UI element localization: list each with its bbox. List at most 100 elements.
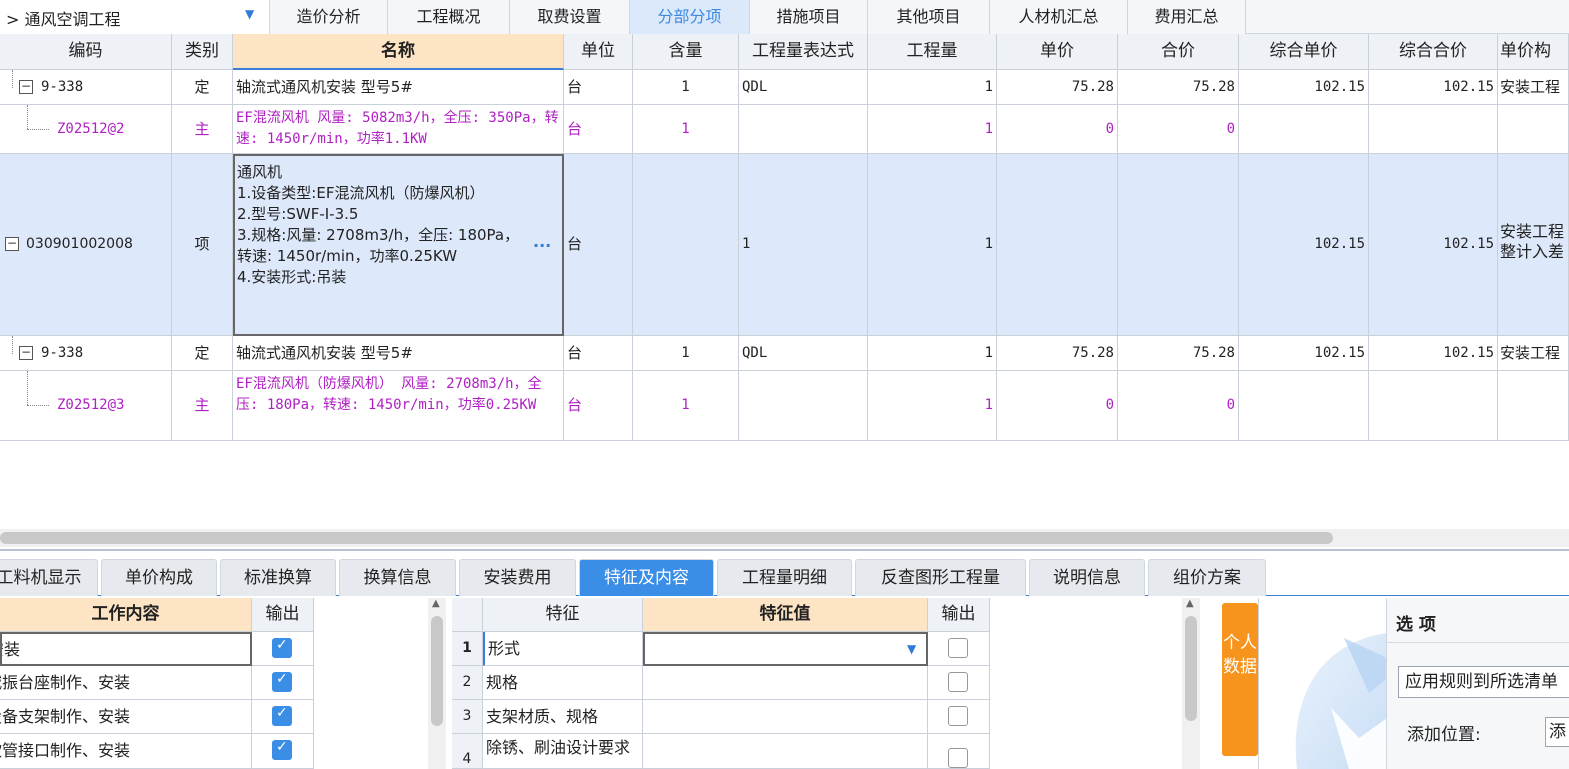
cell-type[interactable]: 定	[172, 336, 233, 371]
col-header-feature[interactable]: 特征	[483, 598, 643, 632]
feature-name[interactable]: 形式	[483, 632, 643, 666]
work-content-cell[interactable]: 软管接口制作、安装	[0, 734, 252, 769]
cell-total-price[interactable]: 75.28	[1118, 70, 1239, 105]
cell-total-price[interactable]: 0	[1118, 371, 1239, 441]
feature-name[interactable]: 支架材质、规格	[483, 700, 643, 734]
apply-rule-button[interactable]: 应用规则到所选清单	[1398, 666, 1569, 698]
cell-quantity[interactable]: 1	[868, 336, 997, 371]
cell-unit[interactable]: 台	[564, 154, 633, 336]
cell-qty-expression[interactable]	[739, 105, 868, 154]
cell-name[interactable]: EF混流风机 风量: 5082m3/h，全压: 350Pa，转速: 1450r/…	[233, 105, 564, 154]
collapse-icon[interactable]: −	[19, 346, 33, 360]
cell-price-structure[interactable]	[1498, 105, 1569, 154]
cell-quantity[interactable]: 1	[868, 154, 997, 336]
cell-price-structure[interactable]	[1498, 371, 1569, 441]
output-cell[interactable]: ✓	[252, 700, 314, 734]
feature-value[interactable]	[643, 734, 928, 769]
cell-unit-price[interactable]: 75.28	[997, 336, 1118, 371]
col-header-unit-price[interactable]: 单价	[997, 34, 1118, 70]
tab-pricing-scheme[interactable]: 组价方案	[1148, 559, 1266, 596]
collapse-icon[interactable]: −	[19, 80, 33, 94]
cell-qty-expression[interactable]	[739, 371, 868, 441]
col-header-composite-unit-price[interactable]: 综合单价	[1239, 34, 1369, 70]
cell-total-price[interactable]: 0	[1118, 105, 1239, 154]
cell-code[interactable]: − 9-338	[0, 70, 172, 105]
col-header-output[interactable]: 输出	[928, 598, 990, 632]
cell-unit-price[interactable]: 0	[997, 371, 1118, 441]
tab-standard-conversion[interactable]: 标准换算	[220, 559, 336, 596]
output-checkbox-unchecked[interactable]	[948, 672, 968, 692]
cell-name[interactable]: EF混流风机（防爆风机） 风量: 2708m3/h，全压: 180Pa，转速: …	[233, 371, 564, 441]
tab-cost-analysis[interactable]: 造价分析	[270, 0, 388, 34]
cell-unit-price[interactable]: 0	[997, 105, 1118, 154]
tab-other-items[interactable]: 其他项目	[868, 0, 990, 34]
cell-code[interactable]: − 9-338	[0, 336, 172, 371]
tab-sub-items[interactable]: 分部分项	[630, 0, 750, 34]
tab-unit-price-composition[interactable]: 单价构成	[101, 559, 217, 596]
scrollbar-thumb[interactable]	[0, 532, 1333, 544]
cell-name[interactable]: 轴流式通风机安装 型号5#	[233, 70, 564, 105]
tab-reverse-graphic-quantity[interactable]: 反查图形工程量	[855, 559, 1026, 596]
collapse-icon[interactable]: −	[5, 237, 19, 251]
tab-project-overview[interactable]: 工程概况	[388, 0, 510, 34]
cell-quantity[interactable]: 1	[868, 371, 997, 441]
project-select[interactable]: > 通风空调工程 ▼	[0, 0, 270, 34]
cell-qty-expression[interactable]: 1	[739, 154, 868, 336]
tab-quantity-detail[interactable]: 工程量明细	[717, 559, 852, 596]
cell-unit[interactable]: 台	[564, 70, 633, 105]
cell-composite-unit-price[interactable]: 102.15	[1239, 154, 1369, 336]
cell-code[interactable]: Z02512@3	[0, 371, 172, 441]
col-header-qty-expression[interactable]: 工程量表达式	[739, 34, 868, 70]
cell-composite-unit-price[interactable]: 102.15	[1239, 336, 1369, 371]
col-header-price-structure[interactable]: 单价构	[1498, 34, 1569, 70]
cell-unit-price[interactable]	[997, 154, 1118, 336]
personal-data-button[interactable]: 个人数据	[1222, 603, 1258, 756]
output-checkbox-unchecked[interactable]	[948, 638, 968, 658]
tab-fee-settings[interactable]: 取费设置	[510, 0, 630, 34]
cell-composite-total[interactable]: 102.15	[1369, 154, 1498, 336]
cell-total-price[interactable]: 75.28	[1118, 336, 1239, 371]
chevron-down-icon[interactable]: ▼	[907, 642, 916, 656]
scroll-up-icon[interactable]: ▲	[432, 598, 440, 609]
vertical-scrollbar[interactable]: ▲	[428, 598, 446, 769]
work-content-cell-editing[interactable]: 安装	[0, 632, 252, 666]
cell-unit[interactable]: 台	[564, 336, 633, 371]
cell-name[interactable]: 轴流式通风机安装 型号5#	[233, 336, 564, 371]
cell-unit[interactable]: 台	[564, 371, 633, 441]
horizontal-scrollbar[interactable]	[0, 529, 1569, 547]
output-cell[interactable]: ✓	[252, 632, 314, 666]
col-header-work-content[interactable]: 工作内容	[0, 598, 252, 632]
work-content-cell[interactable]: 设备支架制作、安装	[0, 700, 252, 734]
cell-unit[interactable]: 台	[564, 105, 633, 154]
cell-composite-total[interactable]: 102.15	[1369, 70, 1498, 105]
col-header-feature-value[interactable]: 特征值	[643, 598, 928, 632]
cell-type[interactable]: 主	[172, 105, 233, 154]
col-header-quantity[interactable]: 工程量	[868, 34, 997, 70]
tab-labor-material-summary[interactable]: 人材机汇总	[990, 0, 1128, 34]
col-header-total-price[interactable]: 合价	[1118, 34, 1239, 70]
tab-fee-summary[interactable]: 费用汇总	[1128, 0, 1246, 34]
cell-qty-ratio[interactable]: 1	[633, 70, 739, 105]
output-cell[interactable]	[928, 666, 990, 700]
cell-unit-price[interactable]: 75.28	[997, 70, 1118, 105]
cell-qty-ratio[interactable]: 1	[633, 105, 739, 154]
chevron-down-icon[interactable]: ▼	[245, 7, 254, 21]
more-options-icon[interactable]: ···	[533, 236, 551, 255]
feature-value[interactable]	[643, 666, 928, 700]
feature-value-dropdown[interactable]: ▼	[643, 632, 928, 666]
cell-composite-total[interactable]: 102.15	[1369, 336, 1498, 371]
tab-labor-material-display[interactable]: 工料机显示	[0, 559, 98, 596]
output-cell[interactable]	[928, 734, 990, 769]
tab-install-fee[interactable]: 安装费用	[459, 559, 576, 596]
col-header-name[interactable]: 名称	[233, 34, 564, 70]
cell-quantity[interactable]: 1	[868, 70, 997, 105]
cell-price-structure[interactable]: 安装工程整计入差	[1498, 154, 1569, 336]
cell-total-price[interactable]	[1118, 154, 1239, 336]
output-cell[interactable]: ✓	[252, 666, 314, 700]
col-header-code[interactable]: 编码	[0, 34, 172, 70]
scrollbar-thumb[interactable]	[431, 616, 443, 726]
tab-features-content[interactable]: 特征及内容	[579, 559, 714, 596]
feature-name[interactable]: 规格	[483, 666, 643, 700]
cell-quantity[interactable]: 1	[868, 105, 997, 154]
cell-code[interactable]: Z02512@2	[0, 105, 172, 154]
